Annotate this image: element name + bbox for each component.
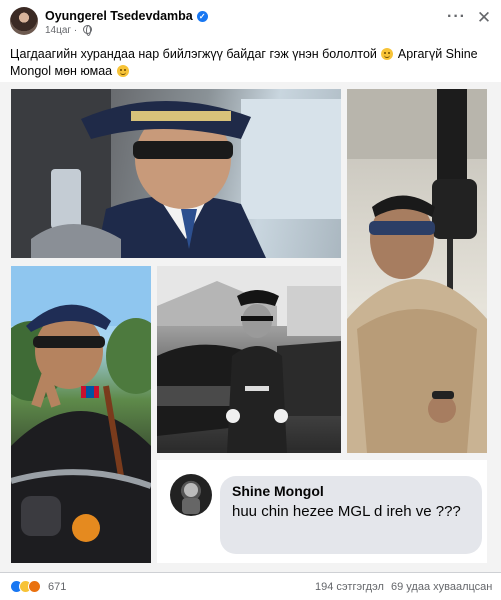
smirk-face-emoji <box>116 65 129 77</box>
commenter-name: Shine Mongol <box>232 483 324 499</box>
fur-coat-illustration <box>347 89 487 453</box>
officer-car-illustration <box>11 89 341 258</box>
author-avatar[interactable] <box>10 7 38 35</box>
photo-collage[interactable]: Shine Mongol huu chin hezee MGL d ireh v… <box>0 82 501 572</box>
post-footer: 671 194 сэтгэгдэл 69 удаа хуваалцсан <box>0 572 501 600</box>
comment-bubble: Shine Mongol huu chin hezee MGL d ireh v… <box>220 476 482 554</box>
comments-count[interactable]: 194 сэтгэгдэл <box>315 580 384 594</box>
close-icon[interactable]: ✕ <box>476 9 492 26</box>
post-text-line-1: Цагдаагийн хурандаа нар бийлэгжүү байдаг… <box>10 47 377 61</box>
thinking-face-emoji <box>381 48 394 60</box>
photo-officer-uniform-bw[interactable] <box>157 266 341 453</box>
post-text: Цагдаагийн хурандаа нар бийлэгжүү байдаг… <box>10 46 490 80</box>
reaction-count[interactable]: 671 <box>48 580 66 594</box>
shares-count[interactable]: 69 удаа хуваалцсан <box>391 580 492 594</box>
author-name[interactable]: Oyungerel Tsedevdamba <box>45 9 193 23</box>
author-name-row[interactable]: Oyungerel Tsedevdamba ✓ <box>45 9 208 23</box>
commenter-avatar-image <box>182 483 200 514</box>
commenter-avatar <box>170 474 212 516</box>
officer-uniform-illustration <box>157 266 341 453</box>
angry-icon <box>28 580 41 593</box>
photo-biker[interactable] <box>11 266 151 563</box>
biker-illustration <box>11 266 151 563</box>
comment-text: huu chin hezee MGL d ireh ve ??? <box>232 503 461 520</box>
photo-man-in-fur-coat[interactable] <box>347 89 487 453</box>
verified-badge-icon: ✓ <box>196 11 208 22</box>
more-options-icon[interactable]: ··· <box>447 9 465 26</box>
globe-icon <box>82 25 92 36</box>
photo-officer-in-car[interactable] <box>11 89 341 258</box>
post-header: Oyungerel Tsedevdamba ✓ 14цаг · ··· ✕ <box>0 0 501 40</box>
post-time[interactable]: 14цаг <box>45 25 71 36</box>
post-meta: 14цаг · <box>45 25 92 36</box>
